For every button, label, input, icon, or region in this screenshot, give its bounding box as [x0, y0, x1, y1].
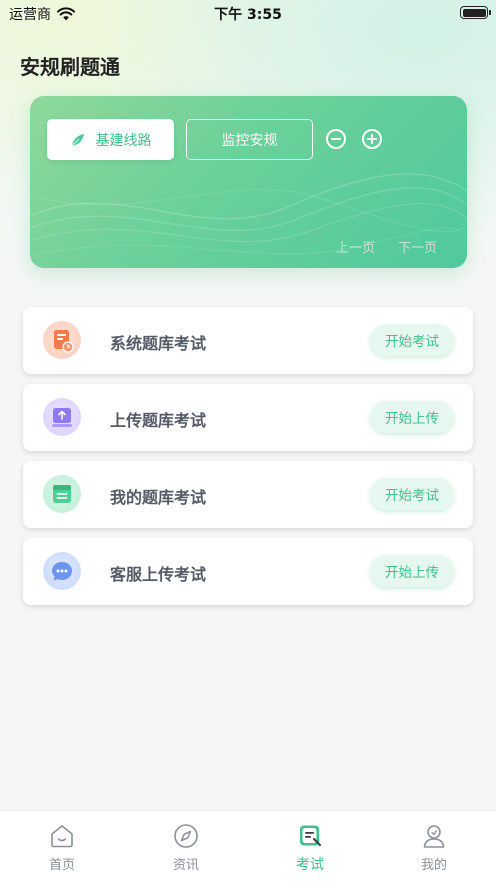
minus-icon [331, 138, 341, 140]
next-page-link[interactable]: 下一页 [398, 237, 437, 256]
minus-button[interactable] [326, 129, 346, 149]
upload-tray-icon [43, 398, 81, 436]
list-box-icon [43, 475, 81, 513]
page-title: 安规刷题通 [20, 55, 120, 79]
start-exam-button[interactable]: 开始考试 [370, 324, 454, 356]
card-title: 我的题库考试 [110, 488, 207, 507]
status-time: 下午 3:55 [214, 7, 282, 23]
bottom-tab-bar: 首页 资讯 考试 我的 [0, 810, 496, 882]
tab-mine[interactable]: 我的 [372, 811, 496, 882]
exam-icon [300, 825, 321, 846]
tab-news[interactable]: 资讯 [124, 811, 248, 882]
card-title: 系统题库考试 [110, 334, 207, 353]
tab-label: 我的 [420, 858, 447, 873]
user-icon [423, 825, 445, 848]
card-title: 上传题库考试 [110, 411, 207, 430]
document-icon [43, 321, 81, 359]
chat-bubble-icon [43, 552, 81, 590]
plus-button[interactable] [362, 129, 382, 149]
exam-card-upload-bank[interactable]: 上传题库考试 开始上传 [23, 384, 473, 451]
tab-label: 资讯 [172, 858, 199, 873]
battery-icon [460, 6, 491, 19]
exam-card-my-bank[interactable]: 我的题库考试 开始考试 [23, 461, 473, 528]
status-bar: 运营商 下午 3:55 [0, 0, 496, 26]
route-tab-label: 基建线路 [95, 132, 152, 149]
compass-icon [174, 824, 198, 848]
leaf-icon [71, 133, 84, 146]
prev-page-link[interactable]: 上一页 [336, 237, 375, 256]
route-tab-basic-lines[interactable]: 基建线路 [47, 119, 174, 160]
tab-home[interactable]: 首页 [0, 811, 124, 882]
tab-label: 考试 [296, 857, 324, 873]
tab-exam[interactable]: 考试 [248, 811, 372, 882]
start-upload-button[interactable]: 开始上传 [370, 555, 454, 587]
card-title: 客服上传考试 [110, 565, 207, 584]
route-selector-banner: 基建线路 监控安规 上一页 下一页 [30, 96, 467, 268]
route-tab-label: 监控安规 [221, 132, 278, 149]
home-icon [51, 825, 73, 848]
tab-label: 首页 [48, 858, 75, 873]
start-exam-button[interactable]: 开始考试 [370, 478, 454, 510]
start-upload-button[interactable]: 开始上传 [370, 401, 454, 433]
exam-card-service-upload[interactable]: 客服上传考试 开始上传 [23, 538, 473, 605]
exam-card-system-bank[interactable]: 系统题库考试 开始考试 [23, 307, 473, 374]
route-tab-monitoring[interactable]: 监控安规 [186, 119, 313, 160]
